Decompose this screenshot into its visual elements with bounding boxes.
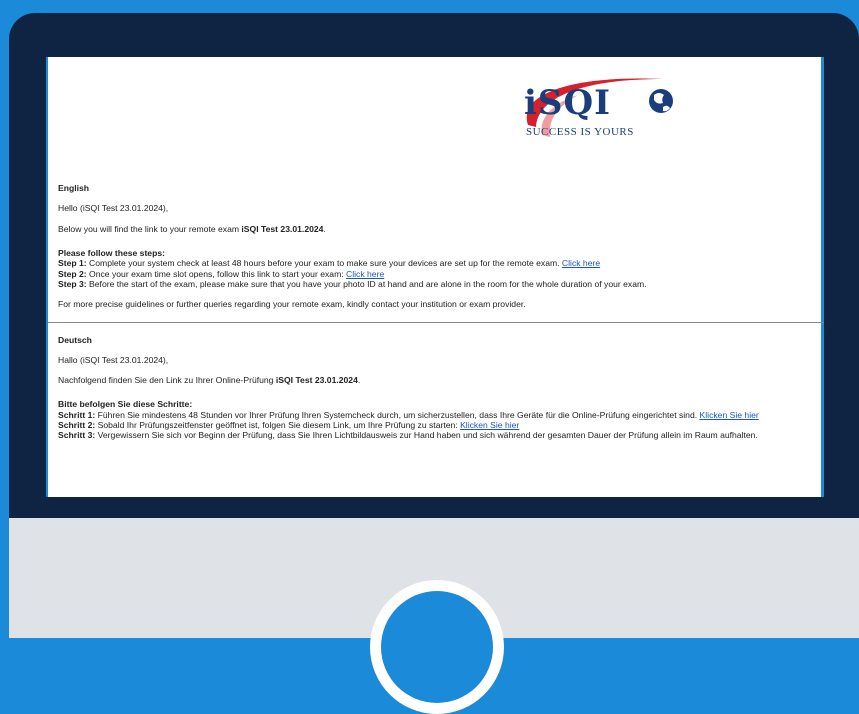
intro-deutsch: Nachfolgend finden Sie den Link zu Ihrer… <box>58 375 361 386</box>
scrollbar[interactable] <box>821 57 824 497</box>
section-title-english: English <box>58 183 90 193</box>
steps-title-english: Please follow these steps: <box>58 247 165 258</box>
pruefung-starten-link-de[interactable]: Klicken Sie hier <box>460 420 519 430</box>
isqi-logo-text: iSQI <box>524 83 611 123</box>
start-exam-link[interactable]: Click here <box>346 269 384 279</box>
language-divider <box>48 321 824 323</box>
section-title-deutsch: Deutsch <box>58 334 92 345</box>
email-body: English Hello (iSQI Test 23.01.2024), Be… <box>48 183 824 441</box>
step-1-english: Step 1: Complete your system check at le… <box>58 258 601 269</box>
greeting-english: Hello (iSQI Test 23.01.2024), <box>58 203 169 214</box>
systemcheck-link-de[interactable]: Klicken Sie hier <box>700 410 759 420</box>
step-2-deutsch: Schritt 2: Sobald Ihr Prüfungszeitfenste… <box>58 420 520 431</box>
footer-english: For more precise guidelines or further q… <box>58 299 526 310</box>
intro-english: Below you will find the link to your rem… <box>58 223 326 234</box>
home-button[interactable] <box>381 591 493 703</box>
step-2-english: Step 2: Once your exam time slot opens, … <box>58 268 385 279</box>
step-3-deutsch: Schritt 3: Vergewissern Sie sich vor Beg… <box>58 430 758 441</box>
step-1-deutsch: Schritt 1: Führen Sie mindestens 48 Stun… <box>58 409 759 420</box>
logo-tagline: SUCCESS IS YOURS <box>526 126 634 138</box>
system-check-link[interactable]: Click here <box>562 258 600 268</box>
greeting-deutsch: Hallo (iSQI Test 23.01.2024), <box>58 354 169 365</box>
step-3-english: Step 3: Before the start of the exam, pl… <box>58 278 647 289</box>
email-screen: iSQI SUCCESS IS YOURS English Hello (iSQ… <box>46 57 824 497</box>
steps-title-deutsch: Bitte befolgen Sie diese Schritte: <box>58 399 193 410</box>
